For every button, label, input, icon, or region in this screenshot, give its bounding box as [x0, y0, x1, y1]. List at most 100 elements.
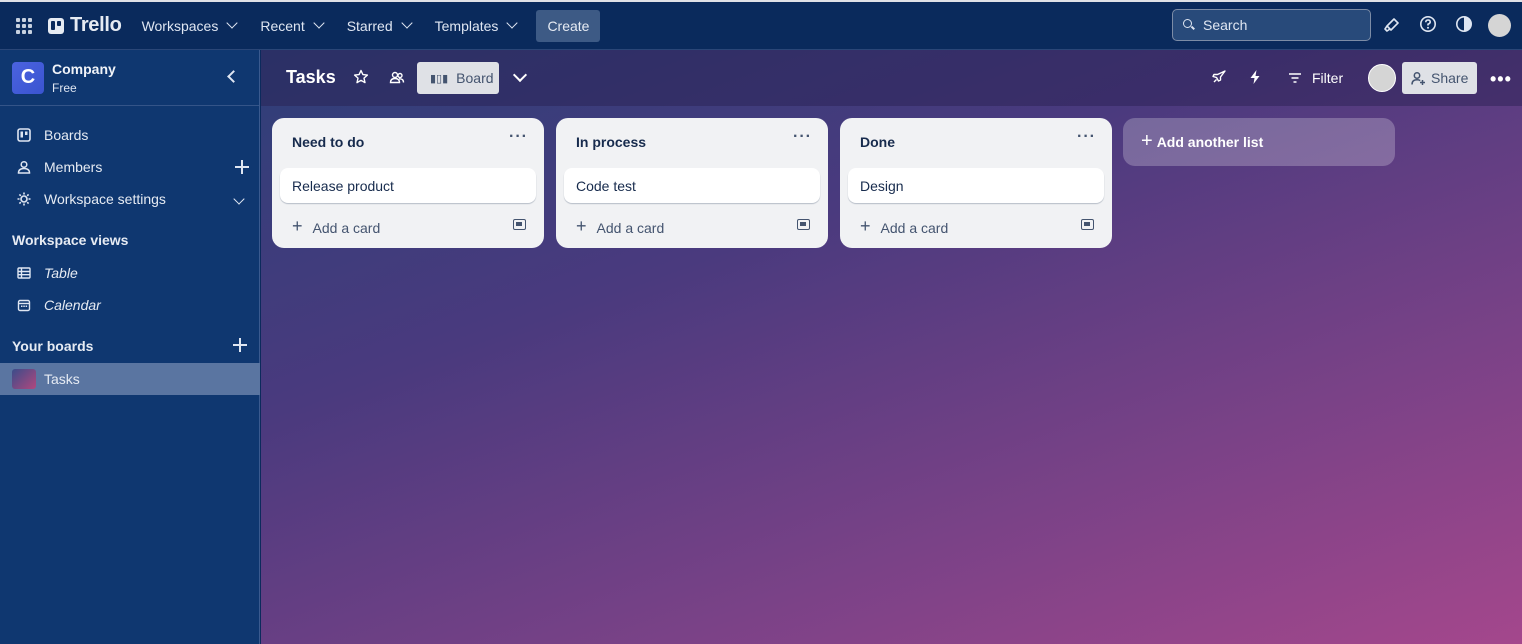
trello-logo-icon	[48, 17, 64, 34]
plus-icon: +	[292, 216, 303, 236]
card[interactable]: Design	[848, 168, 1104, 203]
workspace-plan: Free	[52, 80, 77, 95]
starred-menu-label: Starred	[346, 17, 393, 34]
member-icon	[17, 160, 31, 174]
list-in-process: In process ··· Code test + Add a card	[556, 118, 828, 248]
workspace-name[interactable]: Company	[52, 61, 116, 77]
card-template-icon[interactable]	[1081, 219, 1094, 230]
theme-toggle-button[interactable]	[1452, 12, 1476, 36]
workspace-logo[interactable]: C	[12, 61, 44, 94]
create-button[interactable]: Create	[536, 9, 601, 42]
sidebar-item-label: Tasks	[44, 371, 80, 387]
templates-menu-label: Templates	[434, 17, 499, 34]
your-boards-heading: Your boards	[12, 338, 94, 354]
add-card-button[interactable]: + Add a card	[576, 216, 664, 237]
board-view-icon: ▮▯▮	[430, 72, 449, 85]
board-member-avatar[interactable]	[1368, 64, 1396, 92]
card-template-icon[interactable]	[797, 219, 810, 230]
share-button[interactable]: Share	[1402, 62, 1477, 94]
card[interactable]: Code test	[564, 168, 820, 203]
add-list-label: Add another list	[1156, 134, 1264, 150]
board-menu-icon[interactable]: •••	[1490, 69, 1512, 90]
add-list-button[interactable]: + Add another list	[1123, 118, 1395, 166]
add-person-icon	[1411, 71, 1425, 85]
sidebar-item-label: Boards	[44, 127, 89, 143]
brand-name: Trello	[70, 14, 122, 36]
plus-icon: +	[1141, 129, 1153, 152]
list-title[interactable]: Done	[860, 134, 895, 150]
workspace-views-heading: Workspace views	[12, 232, 129, 248]
sidebar-item-members[interactable]: Members	[0, 151, 260, 183]
chevron-down-icon	[400, 17, 413, 29]
workspace-visible-icon	[389, 71, 405, 84]
filter-button[interactable]: Filter	[1288, 62, 1343, 94]
add-card-button[interactable]: + Add a card	[860, 216, 949, 237]
grid-icon	[16, 17, 32, 34]
collapse-sidebar-icon[interactable]	[224, 69, 238, 83]
power-ups-button[interactable]	[1209, 67, 1229, 87]
card[interactable]: Release product	[280, 168, 536, 203]
filter-icon	[1289, 73, 1301, 83]
workspace-header: C Company Free	[0, 50, 259, 106]
account-avatar[interactable]	[1488, 14, 1511, 37]
workspaces-menu[interactable]: Workspaces	[132, 10, 247, 42]
search-input[interactable]: Search	[1172, 9, 1371, 41]
help-icon	[1420, 16, 1436, 32]
notifications-button[interactable]	[1380, 12, 1404, 36]
board-title[interactable]: Tasks	[286, 67, 336, 88]
list-actions-icon[interactable]: ···	[509, 128, 528, 146]
sidebar-item-workspace-settings[interactable]: Workspace settings	[0, 183, 260, 215]
sidebar-item-board-tasks[interactable]: Tasks	[0, 363, 260, 395]
chevron-down-icon	[226, 17, 239, 29]
gear-icon	[17, 192, 31, 206]
sidebar-item-label: Workspace settings	[44, 191, 166, 207]
visibility-button[interactable]	[387, 67, 407, 87]
app-switcher-button[interactable]	[8, 10, 40, 42]
megaphone-icon	[1384, 18, 1399, 32]
add-member-icon[interactable]	[235, 160, 249, 174]
plus-icon: +	[860, 216, 871, 236]
card-template-icon[interactable]	[513, 219, 526, 230]
workspaces-menu-label: Workspaces	[141, 17, 219, 34]
list-actions-icon[interactable]: ···	[793, 128, 812, 146]
list-title[interactable]: Need to do	[292, 134, 364, 150]
automation-button[interactable]	[1245, 67, 1265, 87]
board-view-button[interactable]: ▮▯▮ Board	[417, 62, 499, 94]
sidebar-item-label: Table	[44, 265, 78, 281]
contrast-icon	[1456, 16, 1472, 32]
board-header: Tasks ▮▯▮ Board Filter Share •••	[261, 50, 1522, 106]
table-icon	[17, 267, 31, 279]
chevron-down-icon	[506, 17, 519, 29]
workspace-sidebar: C Company Free Boards Members Workspace …	[0, 50, 260, 644]
search-icon	[1183, 19, 1195, 31]
chevron-down-icon[interactable]	[233, 193, 245, 205]
help-button[interactable]	[1416, 12, 1440, 36]
share-label: Share	[1431, 70, 1469, 86]
search-placeholder: Search	[1203, 17, 1248, 33]
lightning-icon	[1250, 70, 1260, 84]
chevron-down-icon[interactable]	[512, 67, 528, 83]
add-card-button[interactable]: + Add a card	[292, 216, 381, 237]
sidebar-item-calendar[interactable]: Calendar	[0, 289, 260, 321]
list-need-to-do: Need to do ··· Release product + Add a ca…	[272, 118, 544, 248]
sidebar-item-boards[interactable]: Boards	[0, 119, 260, 151]
board-icon	[17, 128, 31, 142]
templates-menu[interactable]: Templates	[425, 10, 527, 42]
add-card-label: Add a card	[880, 219, 949, 236]
starred-menu[interactable]: Starred	[337, 10, 421, 42]
list-done: Done ··· Design + Add a card	[840, 118, 1112, 248]
board-thumbnail	[12, 369, 36, 389]
plus-icon: +	[576, 216, 587, 236]
add-card-label: Add a card	[312, 219, 381, 236]
trello-logo[interactable]: Trello	[48, 14, 122, 37]
star-board-button[interactable]	[351, 67, 371, 87]
sidebar-item-table[interactable]: Table	[0, 257, 260, 289]
list-actions-icon[interactable]: ···	[1077, 128, 1096, 146]
calendar-icon	[17, 299, 31, 312]
star-icon	[353, 69, 369, 84]
recent-menu[interactable]: Recent	[250, 10, 332, 42]
add-board-icon[interactable]	[233, 338, 247, 352]
filter-label: Filter	[1312, 70, 1344, 86]
sidebar-item-label: Members	[44, 159, 103, 175]
list-title[interactable]: In process	[576, 134, 646, 150]
